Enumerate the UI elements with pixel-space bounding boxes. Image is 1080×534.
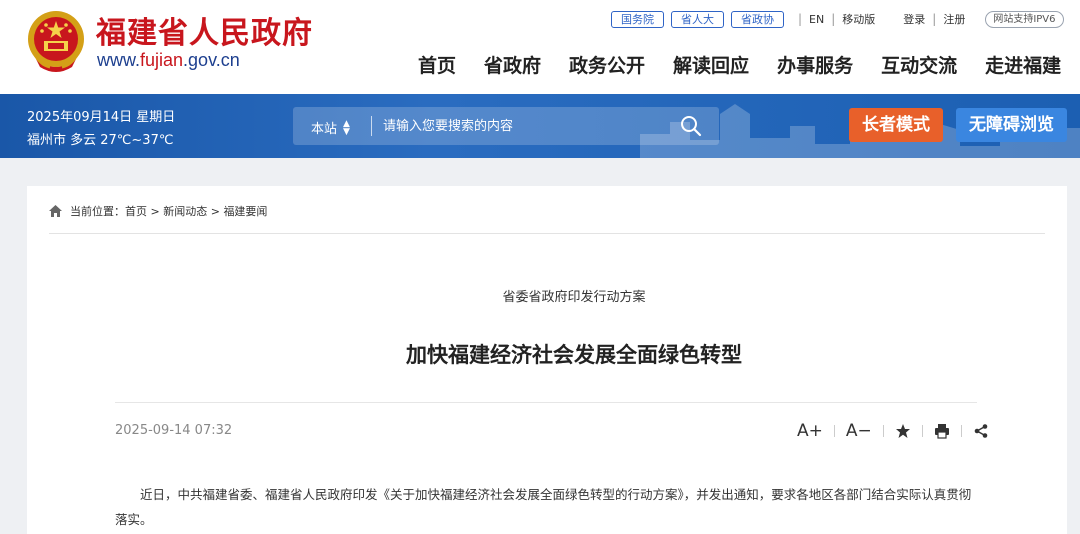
accessible-browsing-button[interactable]: 无障碍浏览: [956, 108, 1067, 142]
share-button[interactable]: [973, 420, 989, 442]
article-tools: A+ A−: [797, 420, 989, 442]
breadcrumb-prefix: 当前位置：: [70, 205, 125, 218]
publish-date: 2025-09-14 07:32: [115, 423, 233, 438]
weather-info: 福州市 多云 27℃~37℃: [27, 133, 174, 148]
elder-mode-button[interactable]: 长者模式: [849, 108, 943, 142]
star-icon: [895, 424, 910, 438]
main-nav: 首页 省政府 政务公开 解读回应 办事服务 互动交流 走进福建: [418, 51, 1061, 78]
search-input[interactable]: [383, 115, 663, 137]
breadcrumb: 当前位置： 首页 > 新闻动态 > 福建要闻: [49, 203, 267, 219]
provincial-congress-link[interactable]: 省人大: [671, 10, 724, 28]
favorite-button[interactable]: [895, 420, 911, 442]
tool-divider: [921, 425, 923, 437]
divider: |: [798, 12, 803, 26]
current-date: 2025年09月14日 星期日: [27, 110, 176, 125]
share-icon: [974, 424, 988, 438]
tool-divider: [960, 425, 962, 437]
ipv6-badge: 网站支持IPV6: [985, 10, 1064, 28]
mobile-link[interactable]: 移动版: [842, 11, 875, 27]
article-body: 近日，中共福建省委、福建省人民政府印发《关于加快福建经济社会发展全面绿色转型的行…: [115, 487, 972, 527]
font-decrease-button[interactable]: A−: [846, 420, 872, 442]
url-prefix: www.: [97, 50, 141, 70]
site-title[interactable]: 福建省人民政府: [96, 8, 313, 52]
url-highlight: fujian: [140, 50, 184, 70]
breadcrumb-fujian-news[interactable]: 福建要闻: [223, 203, 267, 219]
nav-interaction[interactable]: 互动交流: [881, 51, 957, 78]
top-links: 国务院 省人大 省政协 | EN | 移动版 登录 | 注册 网站支持IPV6: [611, 10, 1064, 28]
divider: |: [831, 12, 836, 26]
search-box: 本站 ▲ ▼: [293, 107, 719, 145]
state-council-link[interactable]: 国务院: [611, 10, 664, 28]
register-link[interactable]: 注册: [943, 11, 965, 27]
breadcrumb-separator: >: [147, 204, 164, 218]
url-suffix: .gov.cn: [183, 50, 240, 70]
site-header: 福建省人民政府 www.fujian.gov.cn 国务院 省人大 省政协 | …: [0, 0, 1080, 94]
search-scope-label: 本站: [311, 122, 338, 137]
search-scope-select[interactable]: 本站 ▲ ▼: [311, 118, 350, 137]
tool-divider: [833, 425, 835, 437]
nav-government[interactable]: 省政府: [484, 51, 541, 78]
english-link[interactable]: EN: [809, 13, 824, 26]
article-subtitle: 省委省政府印发行动方案: [502, 290, 646, 305]
breadcrumb-news[interactable]: 新闻动态: [163, 203, 207, 219]
national-emblem-icon[interactable]: [26, 9, 86, 73]
nav-services[interactable]: 办事服务: [777, 51, 853, 78]
article-card: 当前位置： 首页 > 新闻动态 > 福建要闻 省委省政府印发行动方案 加快福建经…: [27, 186, 1067, 534]
home-icon: [49, 205, 62, 217]
nav-interpretation[interactable]: 解读回应: [673, 51, 749, 78]
article-title: 加快福建经济社会发展全面绿色转型: [406, 343, 742, 367]
login-link[interactable]: 登录: [903, 11, 925, 27]
print-button[interactable]: [934, 420, 950, 442]
search-icon[interactable]: [679, 115, 703, 137]
print-icon: [934, 424, 949, 439]
breadcrumb-separator: >: [207, 204, 224, 218]
provincial-cppcc-link[interactable]: 省政协: [731, 10, 784, 28]
nav-open-affairs[interactable]: 政务公开: [569, 51, 645, 78]
info-search-band: 2025年09月14日 星期日 福州市 多云 27℃~37℃ 本站 ▲▼ 长者模…: [0, 94, 1080, 158]
tool-divider: [882, 425, 884, 437]
site-url[interactable]: www.fujian.gov.cn: [97, 50, 240, 71]
sort-arrows-icon: ▲ ▼: [343, 118, 350, 137]
nav-about-fujian[interactable]: 走进福建: [985, 51, 1061, 78]
breadcrumb-divider: [49, 233, 1045, 234]
nav-home[interactable]: 首页: [418, 51, 456, 78]
divider: |: [932, 12, 937, 26]
search-divider: [371, 116, 372, 136]
font-increase-button[interactable]: A+: [797, 420, 823, 442]
meta-divider: [115, 402, 977, 403]
breadcrumb-home[interactable]: 首页: [125, 203, 147, 219]
